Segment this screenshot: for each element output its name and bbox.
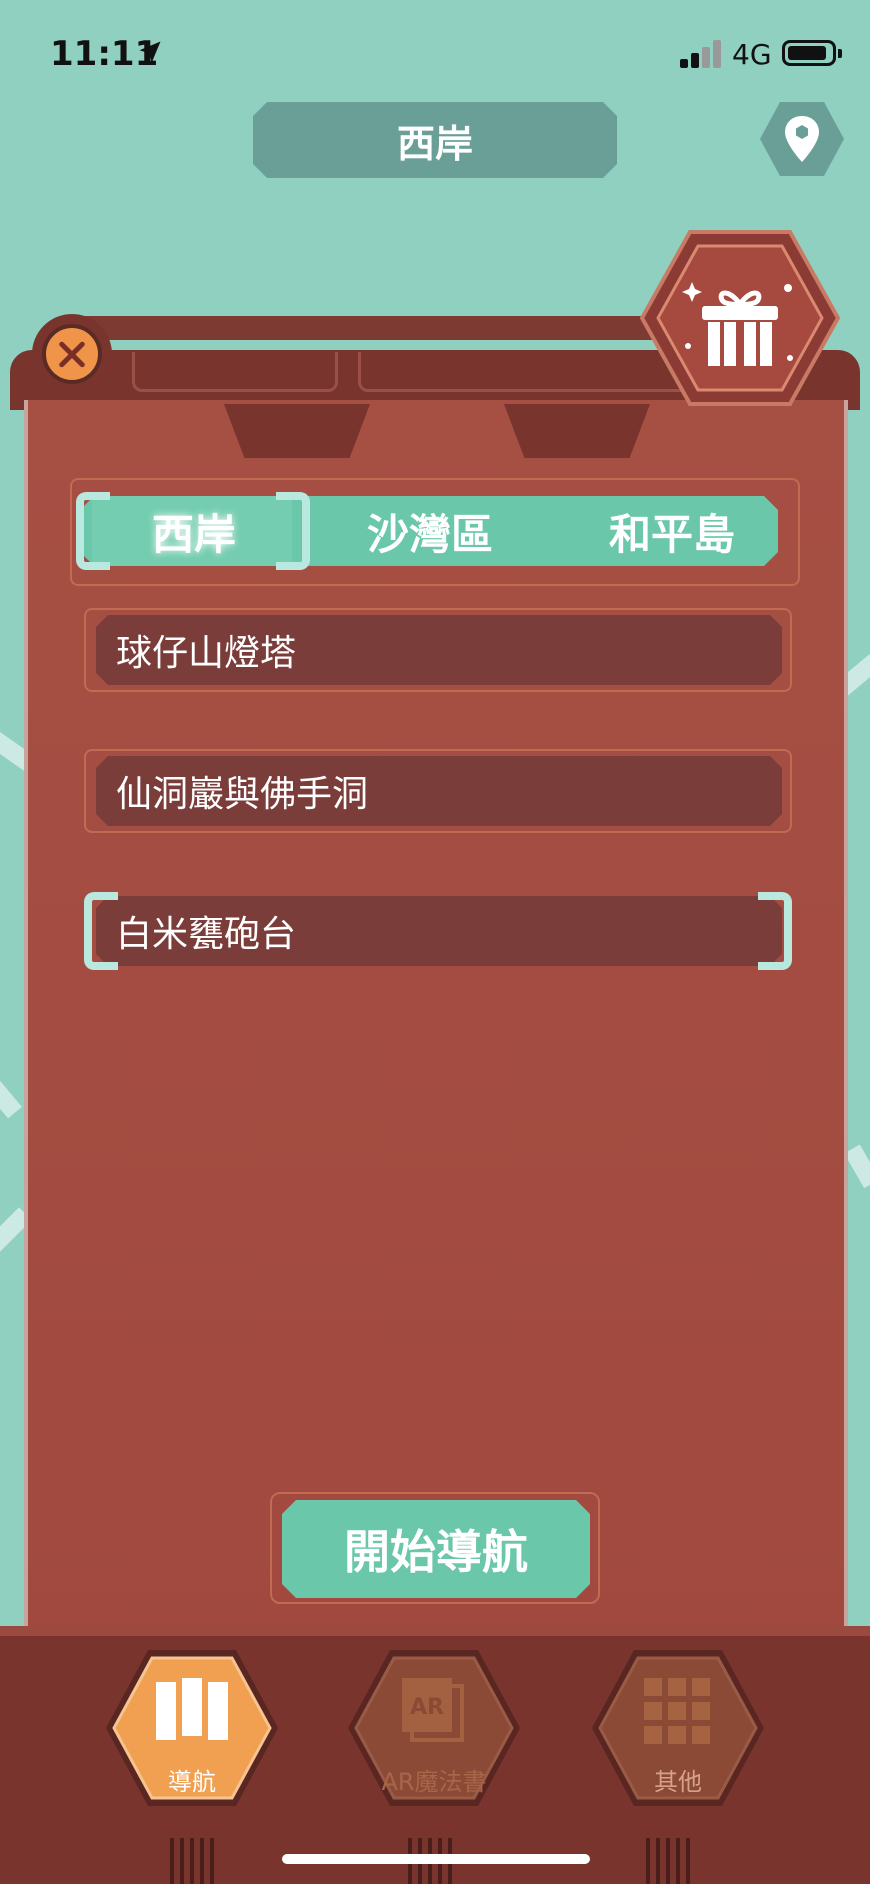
gift-button[interactable] <box>640 228 840 408</box>
panel-notch <box>224 404 370 458</box>
location-arrow-icon <box>139 41 161 63</box>
network-type: 4G <box>732 38 772 71</box>
nav-label: 其他 <box>654 1768 702 1796</box>
panel-header-slot <box>132 352 338 392</box>
tab-heping-island[interactable]: 和平島 <box>572 496 772 566</box>
location-panel <box>24 400 848 1670</box>
close-button[interactable] <box>32 314 112 394</box>
tab-west-coast[interactable]: 西岸 <box>94 496 294 566</box>
tab-shawan[interactable]: 沙灣區 <box>330 496 530 566</box>
status-bar: 11:11 4G <box>0 0 870 100</box>
panel-top-rail <box>70 316 690 340</box>
start-navigation-button[interactable]: 開始導航 <box>282 1500 590 1598</box>
nav-label: 導航 <box>168 1768 216 1796</box>
panel-notch <box>504 404 650 458</box>
svg-text:AR: AR <box>410 1695 444 1720</box>
map-icon <box>156 1678 228 1740</box>
close-icon <box>42 324 102 384</box>
page-title: 西岸 <box>253 102 617 178</box>
map-road <box>0 1053 22 1119</box>
cellular-signal-icon <box>680 40 724 68</box>
list-item[interactable]: 球仔山燈塔 <box>96 615 782 685</box>
selection-bracket-right <box>758 892 792 970</box>
list-item[interactable]: 仙洞巖與佛手洞 <box>96 756 782 826</box>
decorative-grille <box>170 1838 214 1884</box>
battery-icon <box>782 40 842 66</box>
nav-label: AR魔法書 <box>381 1768 487 1796</box>
map-road <box>844 1144 870 1189</box>
list-item-selected[interactable]: 白米甕砲台 <box>96 896 782 966</box>
location-pin-button[interactable] <box>758 100 846 178</box>
selection-bracket-left <box>84 892 118 970</box>
decorative-grille <box>646 1838 690 1884</box>
home-indicator[interactable] <box>282 1854 590 1864</box>
grid-icon <box>644 1678 710 1744</box>
